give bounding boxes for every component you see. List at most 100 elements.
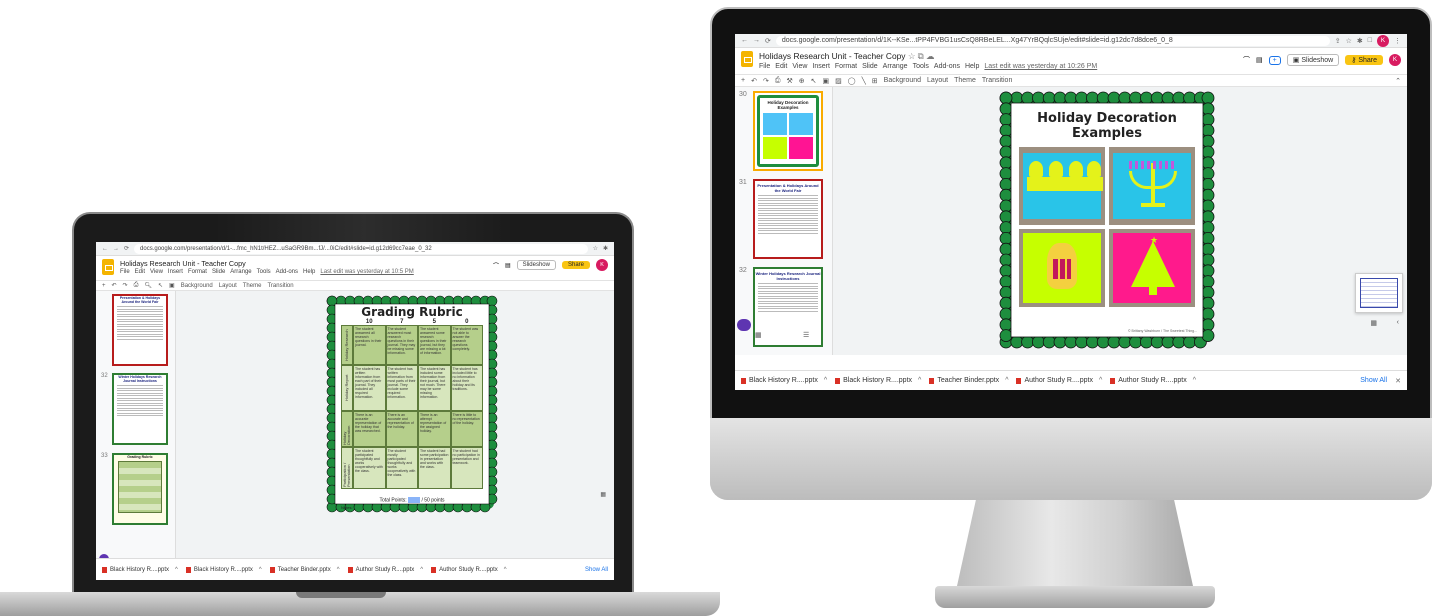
menu-insert[interactable]: Insert: [168, 269, 183, 275]
menu-tools[interactable]: Tools: [913, 63, 929, 70]
paint-format-icon[interactable]: ⚒: [786, 77, 792, 85]
download-item[interactable]: Author Study R....pptx ^: [1016, 377, 1102, 384]
print-icon[interactable]: ⎙: [775, 77, 781, 85]
menu-view[interactable]: View: [792, 63, 807, 70]
share-button[interactable]: Share: [561, 261, 590, 269]
doc-title[interactable]: Holidays Research Unit - Teacher Copy ☆ …: [759, 51, 1237, 62]
print-icon[interactable]: ⎙: [134, 282, 139, 289]
activity-icon[interactable]: ⌒: [1243, 55, 1250, 65]
forward-icon[interactable]: →: [113, 246, 119, 252]
comments-icon[interactable]: ▤: [505, 262, 511, 269]
zoom-icon[interactable]: 🔍︎: [144, 282, 152, 289]
laptop-thumb-2[interactable]: Winter Holidays Research Journal Instruc…: [112, 373, 168, 445]
grid-view-icon[interactable]: ▦: [755, 331, 762, 339]
chevron-up-icon[interactable]: ^: [259, 567, 262, 573]
slides-logo-icon[interactable]: [741, 51, 753, 67]
menu-format[interactable]: Format: [835, 63, 857, 70]
reload-icon[interactable]: ⟳: [124, 245, 129, 252]
monitor-url-field[interactable]: docs.google.com/presentation/d/1K--KSe..…: [775, 35, 1330, 46]
textbox-icon[interactable]: ▣: [169, 282, 175, 289]
zoom-icon[interactable]: ⊕: [799, 77, 805, 85]
chevron-up-icon[interactable]: ^: [824, 377, 827, 384]
share-page-icon[interactable]: ⇪: [1335, 37, 1341, 45]
menu-arrange[interactable]: Arrange: [230, 269, 251, 275]
chevron-up-icon[interactable]: ^: [420, 567, 423, 573]
image-icon[interactable]: ▨: [835, 77, 842, 85]
menu-format[interactable]: Format: [188, 269, 207, 275]
mini-preview-window[interactable]: [1355, 273, 1403, 313]
menu-edit[interactable]: Edit: [775, 63, 787, 70]
meet-icon[interactable]: +: [1268, 55, 1281, 65]
avatar[interactable]: K: [596, 259, 608, 271]
redo-icon[interactable]: ↷: [123, 282, 128, 289]
star-icon[interactable]: ☆: [1346, 37, 1352, 45]
toolbar-transition[interactable]: Transition: [267, 283, 293, 289]
collapse-icon[interactable]: ⌃: [1395, 77, 1401, 85]
slides-logo-icon[interactable]: [102, 259, 114, 275]
comment-add-icon[interactable]: ⊞: [872, 77, 878, 85]
activity-icon[interactable]: ⌒: [493, 261, 499, 270]
download-item[interactable]: Black History R....pptx ^: [102, 566, 178, 573]
menu-insert[interactable]: Insert: [812, 63, 830, 70]
menu-tools[interactable]: Tools: [257, 269, 271, 275]
toolbar-theme[interactable]: Theme: [243, 283, 262, 289]
star-icon[interactable]: ☆: [908, 51, 916, 61]
total-points-input[interactable]: [408, 497, 421, 503]
chevron-up-icon[interactable]: ^: [337, 567, 340, 573]
menu-help[interactable]: Help: [965, 63, 979, 70]
download-item[interactable]: Author Study R....pptx ^: [431, 566, 507, 573]
chevron-up-icon[interactable]: ^: [1099, 377, 1102, 384]
menu-slide[interactable]: Slide: [862, 63, 878, 70]
share-button[interactable]: ⚷ Share: [1345, 55, 1383, 65]
line-icon[interactable]: ╲: [862, 77, 866, 85]
rubric-slide[interactable]: Grading Rubric 10 7 5 0 Holiday Research…: [335, 305, 489, 510]
move-icon[interactable]: ⧉: [918, 51, 924, 61]
more-icon[interactable]: ⋮: [1394, 37, 1401, 45]
download-item[interactable]: Black History R....pptx ^: [185, 566, 262, 573]
toolbar-background[interactable]: Background: [181, 283, 213, 289]
menu-help[interactable]: Help: [303, 269, 315, 275]
show-all-button[interactable]: Show All: [1360, 377, 1387, 384]
last-edit-link[interactable]: Last edit was yesterday at 10:26 PM: [984, 63, 1097, 70]
last-edit-link[interactable]: Last edit was yesterday at 10:5 PM: [320, 269, 413, 275]
toolbar-theme[interactable]: Theme: [954, 77, 976, 84]
shape-icon[interactable]: ◯: [848, 77, 856, 85]
profile-avatar[interactable]: K: [1377, 34, 1389, 47]
undo-icon[interactable]: ↶: [751, 77, 757, 85]
undo-icon[interactable]: ↶: [112, 282, 117, 289]
monitor-thumb-31[interactable]: Presentation & Holidays Around the World…: [753, 179, 823, 259]
toolbar-layout[interactable]: Layout: [927, 77, 948, 84]
download-item[interactable]: Author Study R....pptx ^: [347, 566, 423, 573]
monitor-thumb-32[interactable]: Winter Holidays Research Journal Instruc…: [753, 267, 823, 347]
select-icon[interactable]: ↖: [811, 77, 817, 85]
chevron-up-icon[interactable]: ^: [504, 567, 507, 573]
toolbar-transition[interactable]: Transition: [982, 77, 1012, 84]
holiday-slide[interactable]: Holiday Decoration Examples ★ © Brittany…: [1011, 103, 1203, 337]
textbox-icon[interactable]: ▣: [822, 77, 829, 85]
filmstrip-view-icon[interactable]: ☰: [803, 331, 809, 339]
chevron-up-icon[interactable]: ^: [1005, 377, 1008, 384]
chevron-up-icon[interactable]: ^: [175, 567, 178, 573]
speaker-notes-icon[interactable]: ▦: [600, 491, 606, 498]
star-icon[interactable]: ☆: [593, 245, 598, 252]
select-icon[interactable]: ↖: [158, 282, 163, 289]
menu-edit[interactable]: Edit: [135, 269, 145, 275]
show-all-button[interactable]: Show All: [585, 567, 608, 573]
toolbar-layout[interactable]: Layout: [219, 283, 237, 289]
toolbar-background[interactable]: Background: [884, 77, 921, 84]
menu-file[interactable]: File: [120, 269, 130, 275]
laptop-thumb-3-selected[interactable]: Grading Rubric: [112, 453, 168, 525]
cloud-icon[interactable]: ☁: [926, 51, 934, 61]
chevron-up-icon[interactable]: ^: [918, 377, 921, 384]
doc-title[interactable]: Holidays Research Unit - Teacher Copy: [120, 259, 487, 268]
speaker-notes-icon[interactable]: ▦: [1370, 319, 1377, 327]
redo-icon[interactable]: ↷: [763, 77, 769, 85]
menu-arrange[interactable]: Arrange: [883, 63, 908, 70]
chevron-up-icon[interactable]: ^: [1193, 377, 1196, 384]
slideshow-button[interactable]: Slideshow: [516, 260, 556, 270]
add-icon[interactable]: +: [741, 77, 745, 84]
menu-addons[interactable]: Add-ons: [276, 269, 298, 275]
avatar[interactable]: K: [1389, 54, 1401, 66]
download-item[interactable]: Black History R....pptx ^: [835, 377, 921, 384]
back-icon[interactable]: ←: [102, 246, 108, 252]
